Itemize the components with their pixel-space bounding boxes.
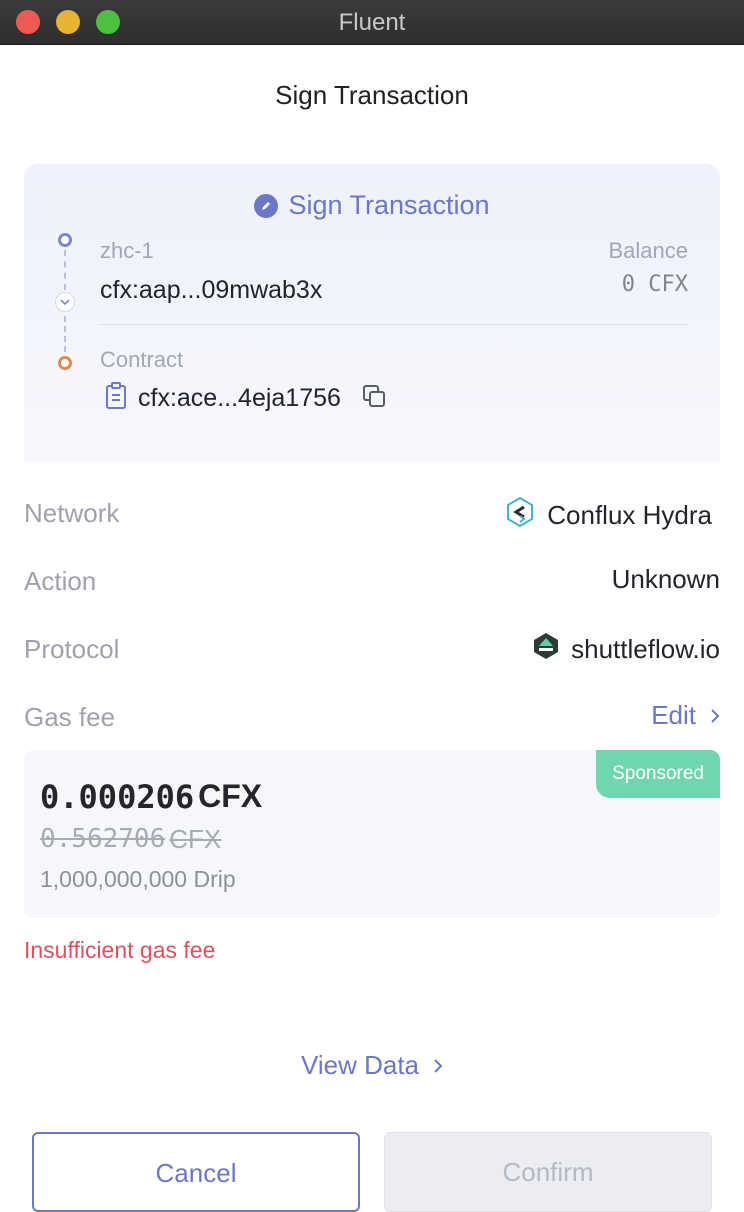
conflux-network-icon — [505, 496, 535, 535]
card-title: Sign Transaction — [24, 190, 720, 221]
balance-label: Balance — [608, 238, 688, 263]
contract-address: cfx:ace...4eja1756 — [138, 384, 341, 412]
chevron-down-icon — [55, 292, 75, 312]
protocol-name: shuttleflow.io — [571, 634, 720, 664]
gas-fee-row: Gas fee Edit — [24, 698, 720, 738]
gas-fee-amount: 0.000206 CFX — [40, 778, 262, 816]
action-value: Unknown — [611, 564, 720, 594]
network-row: Network Conflux Hydra — [24, 494, 720, 534]
gas-fee-card: Sponsored 0.000206 CFX 0.562706 CFX 1,00… — [24, 750, 720, 918]
page-title: Sign Transaction — [275, 80, 469, 110]
chevron-right-icon — [433, 1050, 443, 1081]
window-titlebar: Fluent — [0, 0, 744, 45]
sign-pen-icon — [254, 193, 279, 218]
confirm-button[interactable]: Confirm — [384, 1132, 712, 1212]
divider — [100, 324, 688, 325]
balance-value: 0 CFX — [622, 272, 688, 297]
network-label: Network — [24, 498, 120, 528]
chevron-right-icon — [710, 700, 720, 731]
from-account-name: zhc-1 — [100, 238, 154, 263]
protocol-row: Protocol shuttleflow.io — [24, 630, 720, 670]
window-title: Fluent — [338, 9, 406, 36]
gas-original-unit: CFX — [169, 824, 222, 854]
shuttleflow-logo-icon — [533, 632, 559, 667]
action-label: Action — [24, 566, 97, 596]
view-data-label: View Data — [300, 1050, 420, 1080]
network-value: Conflux Hydra — [505, 496, 712, 535]
gas-original-amount: 0.562706 CFX — [40, 824, 221, 855]
gas-fee-label: Gas fee — [24, 702, 116, 732]
gas-amount-unit: CFX — [198, 778, 263, 814]
card-title-label: Sign Transaction — [288, 190, 490, 220]
gas-drip: 1,000,000,000 Drip — [40, 866, 236, 892]
edit-gas-button[interactable]: Edit — [651, 700, 720, 731]
contract-label: Contract — [100, 347, 184, 372]
error-message: Insufficient gas fee — [24, 937, 216, 963]
copy-icon[interactable] — [361, 383, 387, 414]
timeline-connector — [64, 250, 66, 290]
contract-dot-icon — [58, 356, 72, 370]
contract-row: cfx:ace...4eja1756 — [104, 382, 387, 415]
contract-document-icon — [104, 382, 128, 415]
edit-label: Edit — [651, 700, 696, 730]
sign-transaction-card: Sign Transaction zhc-1 cfx:aap...09mwab3… — [24, 164, 720, 462]
balance-amount: 0 — [621, 272, 635, 297]
gas-original-value: 0.562706 — [40, 824, 166, 854]
gas-amount-value: 0.000206 — [40, 778, 195, 816]
view-data-link[interactable]: View Data — [0, 1050, 744, 1081]
cancel-button[interactable]: Cancel — [32, 1132, 360, 1212]
balance-unit: CFX — [648, 272, 688, 297]
from-dot-icon — [58, 233, 72, 247]
action-row: Action Unknown — [24, 562, 720, 602]
timeline-connector — [64, 316, 66, 352]
sponsored-badge: Sponsored — [596, 750, 720, 798]
protocol-label: Protocol — [24, 634, 120, 664]
network-name: Conflux Hydra — [547, 500, 712, 530]
from-address: cfx:aap...09mwab3x — [100, 276, 323, 304]
protocol-value: shuttleflow.io — [533, 632, 720, 667]
